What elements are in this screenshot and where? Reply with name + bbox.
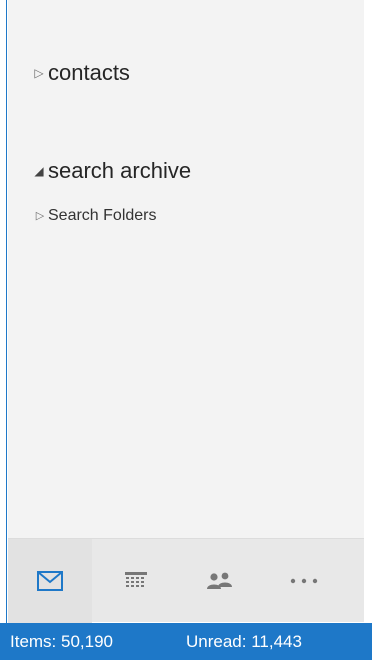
items-count: Items: 50,190 bbox=[10, 631, 114, 651]
unread-count: Unread: 11,443 bbox=[186, 631, 302, 651]
folder-label: contacts bbox=[48, 60, 130, 85]
folder-label: search archive bbox=[48, 158, 192, 183]
collapse-arrow-icon[interactable]: ◢ bbox=[30, 165, 48, 177]
folder-contacts[interactable]: ▷ contacts bbox=[30, 56, 130, 90]
people-icon bbox=[207, 572, 232, 589]
expand-arrow-icon[interactable]: ▷ bbox=[30, 67, 48, 79]
more-icon bbox=[290, 578, 318, 584]
expand-arrow-icon[interactable]: ▷ bbox=[32, 210, 48, 222]
folder-search-archive[interactable]: ◢ search archive bbox=[30, 154, 191, 188]
folder-label: Search Folders bbox=[48, 207, 157, 224]
people-button[interactable] bbox=[178, 539, 262, 623]
calendar-button[interactable] bbox=[94, 539, 178, 623]
folder-search-folders[interactable]: ▷ Search Folders bbox=[32, 204, 157, 228]
navigation-bar bbox=[8, 538, 364, 623]
calendar-icon bbox=[125, 572, 147, 587]
right-edge bbox=[364, 0, 372, 623]
mail-button[interactable] bbox=[8, 539, 92, 623]
outlook-window: ▷ contacts ◢ search archive ▷ Search Fol… bbox=[0, 0, 372, 660]
status-bar: Items: 50,190 Unread: 11,443 bbox=[0, 623, 372, 660]
more-button[interactable] bbox=[262, 539, 346, 623]
left-border bbox=[0, 0, 7, 623]
folder-pane: ▷ contacts ◢ search archive ▷ Search Fol… bbox=[8, 0, 364, 538]
mail-icon bbox=[37, 571, 63, 591]
